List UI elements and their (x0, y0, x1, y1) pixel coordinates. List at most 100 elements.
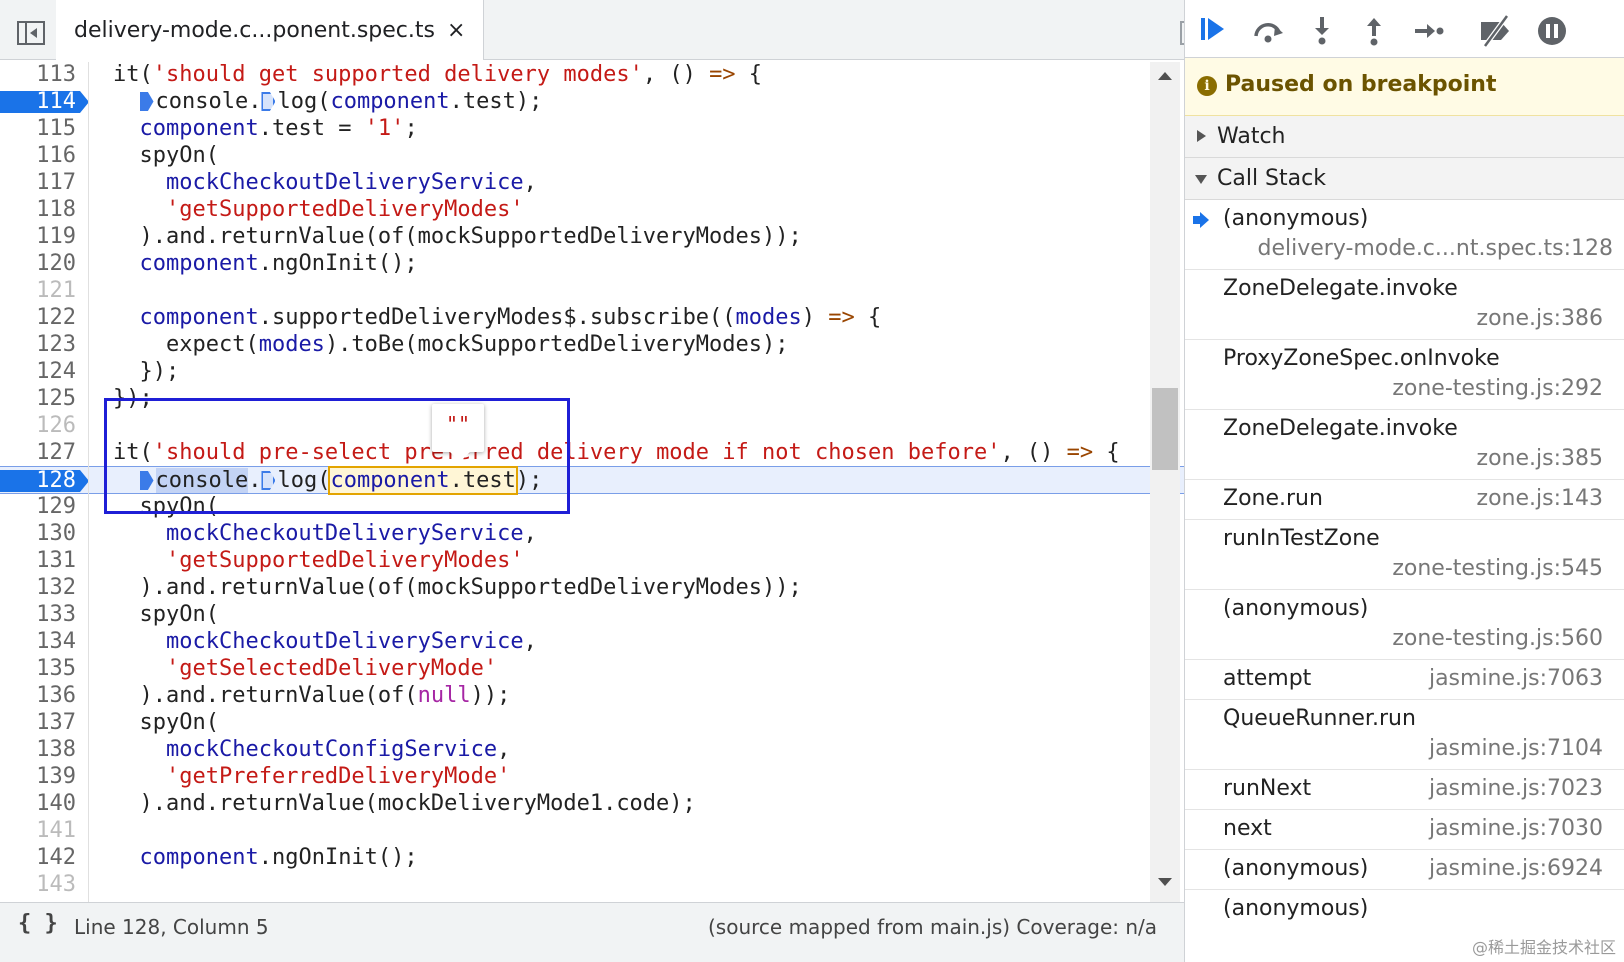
line-number[interactable]: 122 (0, 304, 88, 332)
line-number[interactable]: 130 (0, 520, 88, 548)
frame-source-location[interactable]: zone-testing.js:292 (1392, 376, 1603, 401)
line-number[interactable]: 115 (0, 115, 88, 143)
code-line[interactable]: 124 }); (0, 358, 1190, 386)
code-line[interactable]: 138 mockCheckoutConfigService, (0, 736, 1190, 764)
call-stack-frame[interactable]: runNext jasmine.js:7023 (1185, 770, 1624, 810)
call-stack-frame[interactable]: attempt jasmine.js:7063 (1185, 660, 1624, 700)
step-over-icon[interactable] (1251, 14, 1285, 48)
line-number[interactable]: 118 (0, 196, 88, 224)
code-line[interactable]: 135 'getSelectedDeliveryMode' (0, 655, 1190, 683)
line-number[interactable]: 119 (0, 223, 88, 251)
code-line[interactable]: 114 console. log(component.test); (0, 88, 1190, 116)
line-number[interactable]: 129 (0, 493, 88, 521)
code-line[interactable]: 121 (0, 277, 1190, 305)
line-number[interactable]: 139 (0, 763, 88, 791)
frame-source-location[interactable]: jasmine.js:7030 (1429, 816, 1603, 841)
file-tab[interactable]: delivery-mode.c...ponent.spec.ts × (56, 0, 485, 60)
step-out-icon[interactable] (1357, 14, 1391, 48)
frame-source-location[interactable]: zone-testing.js:545 (1392, 556, 1603, 581)
close-icon[interactable]: × (447, 18, 465, 43)
line-number[interactable]: 125 (0, 385, 88, 413)
scroll-down-icon[interactable] (1158, 878, 1172, 886)
code-line[interactable]: 117 mockCheckoutDeliveryService, (0, 169, 1190, 197)
code-line[interactable]: 118 'getSupportedDeliveryModes' (0, 196, 1190, 224)
code-line[interactable]: 130 mockCheckoutDeliveryService, (0, 520, 1190, 548)
line-number[interactable]: 128 (0, 467, 89, 495)
code-line[interactable]: 116 spyOn( (0, 142, 1190, 170)
toggle-navigator-icon[interactable] (17, 21, 45, 45)
frame-source-location[interactable]: delivery-mode.c...nt.spec.ts:128 (1258, 236, 1613, 261)
call-stack-frame[interactable]: (anonymous) jasmine.js:6924 (1185, 850, 1624, 890)
call-stack-frame[interactable]: next jasmine.js:7030 (1185, 810, 1624, 850)
line-number[interactable]: 134 (0, 628, 88, 656)
call-stack-frame[interactable]: (anonymous) (1185, 890, 1624, 930)
frame-source-location[interactable]: zone.js:386 (1477, 306, 1603, 331)
code-line[interactable]: 143 (0, 871, 1190, 899)
code-line[interactable]: 123 expect(modes).toBe(mockSupportedDeli… (0, 331, 1190, 359)
call-stack-frame[interactable]: Zone.run zone.js:143 (1185, 480, 1624, 520)
code-line[interactable]: 115 component.test = '1'; (0, 115, 1190, 143)
resume-icon[interactable] (1199, 14, 1233, 48)
line-number[interactable]: 138 (0, 736, 88, 764)
frame-source-location[interactable]: jasmine.js:6924 (1429, 856, 1603, 881)
code-line[interactable]: 134 mockCheckoutDeliveryService, (0, 628, 1190, 656)
code-line[interactable]: 131 'getSupportedDeliveryModes' (0, 547, 1190, 575)
line-number[interactable]: 131 (0, 547, 88, 575)
call-stack-section-header[interactable]: Call Stack (1185, 158, 1624, 200)
line-number[interactable]: 117 (0, 169, 88, 197)
call-stack-frame[interactable]: (anonymous) zone-testing.js:560 (1185, 590, 1624, 660)
scroll-thumb[interactable] (1152, 388, 1178, 470)
line-number[interactable]: 140 (0, 790, 88, 818)
step-icon[interactable] (1411, 14, 1445, 48)
frame-source-location[interactable]: jasmine.js:7104 (1429, 736, 1603, 761)
call-stack-frame[interactable]: ProxyZoneSpec.onInvoke zone-testing.js:29… (1185, 340, 1624, 410)
vertical-scrollbar[interactable] (1150, 62, 1180, 902)
code-line[interactable]: 132 ).and.returnValue(of(mockSupportedDe… (0, 574, 1190, 602)
pause-on-exceptions-icon[interactable] (1535, 14, 1569, 48)
line-number[interactable]: 120 (0, 250, 88, 278)
pretty-print-icon[interactable]: { } (18, 911, 58, 936)
scroll-up-icon[interactable] (1158, 72, 1172, 80)
line-number[interactable]: 141 (0, 817, 88, 845)
frame-source-location[interactable]: jasmine.js:7023 (1429, 776, 1603, 801)
step-into-icon[interactable] (1305, 14, 1339, 48)
call-stack-frame[interactable]: ZoneDelegate.invoke zone.js:385 (1185, 410, 1624, 480)
line-number[interactable]: 114 (0, 88, 89, 116)
line-number[interactable]: 136 (0, 682, 88, 710)
line-number[interactable]: 116 (0, 142, 88, 170)
line-number[interactable]: 143 (0, 871, 88, 899)
line-number[interactable]: 121 (0, 277, 88, 305)
line-number[interactable]: 137 (0, 709, 88, 737)
line-number[interactable]: 123 (0, 331, 88, 359)
frame-source-location[interactable]: zone-testing.js:560 (1392, 626, 1603, 651)
call-stack-frame[interactable]: ZoneDelegate.invoke zone.js:386 (1185, 270, 1624, 340)
code-line[interactable]: 122 component.supportedDeliveryModes$.su… (0, 304, 1190, 332)
line-number[interactable]: 126 (0, 412, 88, 440)
code-line[interactable]: 139 'getPreferredDeliveryMode' (0, 763, 1190, 791)
code-line[interactable]: 142 component.ngOnInit(); (0, 844, 1190, 872)
line-number-text: 129 (36, 494, 76, 519)
line-number[interactable]: 135 (0, 655, 88, 683)
code-line[interactable]: 120 component.ngOnInit(); (0, 250, 1190, 278)
code-line[interactable]: 119 ).and.returnValue(of(mockSupportedDe… (0, 223, 1190, 251)
code-line[interactable]: 136 ).and.returnValue(of(null)); (0, 682, 1190, 710)
call-stack-frame[interactable]: runInTestZone zone-testing.js:545 (1185, 520, 1624, 590)
line-number[interactable]: 124 (0, 358, 88, 386)
deactivate-breakpoints-icon[interactable] (1477, 14, 1511, 48)
call-stack-frame[interactable]: (anonymous) delivery-mode.c...nt.spec.ts:… (1185, 200, 1624, 270)
call-stack-frame[interactable]: QueueRunner.run jasmine.js:7104 (1185, 700, 1624, 770)
line-number[interactable]: 113 (0, 62, 88, 89)
code-line[interactable]: 113 it('should get supported delivery mod… (0, 62, 1190, 89)
code-line[interactable]: 140 ).and.returnValue(mockDeliveryMode1.… (0, 790, 1190, 818)
code-line[interactable]: 137 spyOn( (0, 709, 1190, 737)
watch-section-header[interactable]: Watch (1185, 116, 1624, 158)
frame-source-location[interactable]: zone.js:385 (1477, 446, 1603, 471)
line-number[interactable]: 132 (0, 574, 88, 602)
line-number[interactable]: 127 (0, 439, 88, 467)
frame-source-location[interactable]: jasmine.js:7063 (1429, 666, 1603, 691)
line-number[interactable]: 133 (0, 601, 88, 629)
code-line[interactable]: 141 (0, 817, 1190, 845)
frame-source-location[interactable]: zone.js:143 (1477, 486, 1603, 511)
code-line[interactable]: 133 spyOn( (0, 601, 1190, 629)
line-number[interactable]: 142 (0, 844, 88, 872)
